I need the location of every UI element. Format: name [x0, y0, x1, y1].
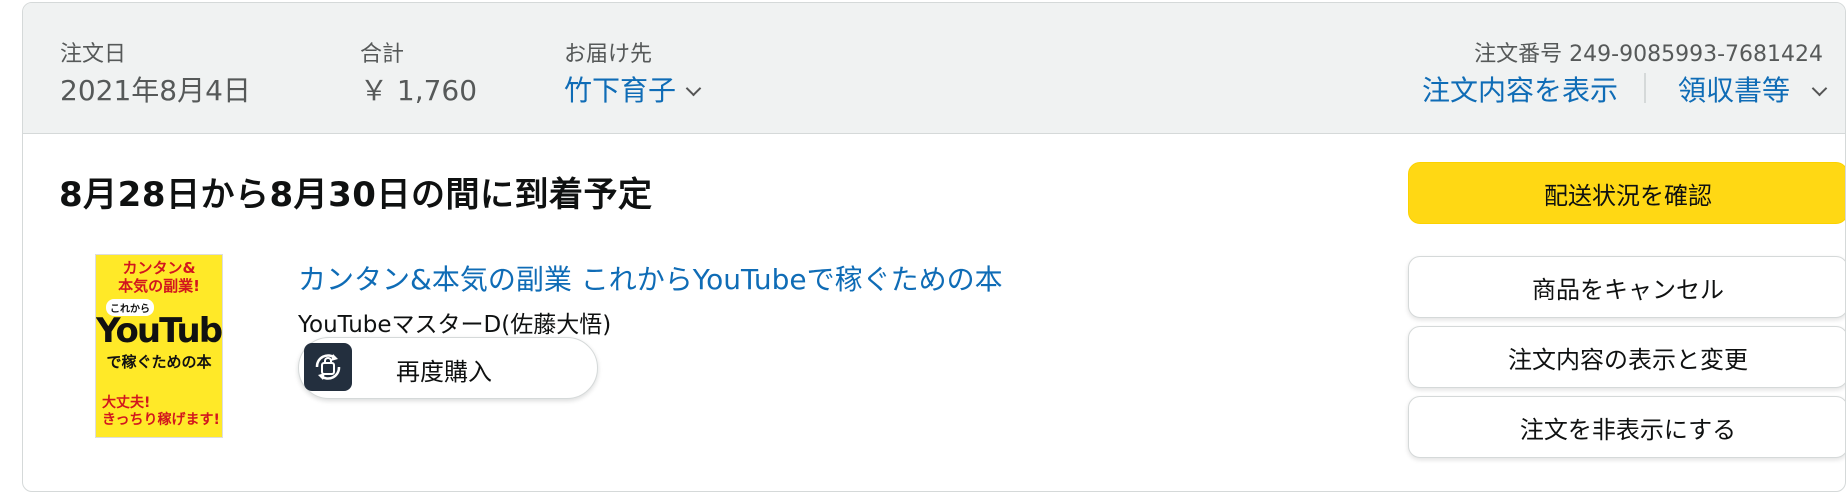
buy-again-icon: [304, 343, 352, 391]
order-date: 2021年8月4日: [60, 74, 251, 107]
order-total: ￥ 1,760: [360, 74, 478, 107]
receipt-dropdown[interactable]: 領収書等: [1678, 69, 1828, 109]
product-author: YouTubeマスターD(佐藤大悟): [298, 312, 612, 338]
delivery-status: 8月28日から8月30日の間に到着予定: [59, 175, 653, 215]
order-number: 注文番号 249-9085993-7681424: [1474, 42, 1823, 67]
receipt-label: 領収書等: [1678, 74, 1791, 107]
buy-again-label: 再度購入: [396, 358, 492, 386]
chevron-down-icon: [1811, 80, 1828, 97]
view-order-details-link[interactable]: 注文内容を表示: [1422, 69, 1618, 109]
ship-to-link[interactable]: 竹下育子: [564, 69, 702, 109]
cover-title: YouTube: [96, 311, 222, 351]
ship-to-name: 竹下育子: [564, 74, 677, 107]
chevron-down-icon: [685, 80, 702, 97]
view-edit-order-button[interactable]: 注文内容の表示と変更: [1408, 326, 1845, 388]
cover-subtitle: で稼ぐための本: [106, 353, 212, 371]
track-package-button[interactable]: 配送状況を確認: [1408, 162, 1845, 224]
product-title-link[interactable]: カンタン&本気の副業 これからYouTubeで稼ぐための本: [298, 258, 1003, 298]
order-date-label: 注文日: [60, 42, 127, 67]
order-header: 注文日 2021年8月4日 合計 ￥ 1,760 お届け先 竹下育子 注文番号 …: [23, 3, 1845, 134]
ship-to-label: お届け先: [564, 42, 653, 67]
total-label: 合計: [360, 42, 405, 67]
header-divider: [1644, 73, 1646, 103]
order-card: 注文日 2021年8月4日 合計 ￥ 1,760 お届け先 竹下育子 注文番号 …: [22, 2, 1846, 492]
cover-tagline: 大丈夫! きっちり稼げます!: [102, 395, 220, 428]
buy-again-button[interactable]: 再度購入: [298, 337, 598, 399]
hide-order-button[interactable]: 注文を非表示にする: [1408, 396, 1845, 458]
product-image[interactable]: カンタン&本気の副業! これから YouTube で稼ぐための本 大丈夫!きっち…: [96, 255, 222, 437]
cover-headline: カンタン& 本気の副業!: [118, 259, 200, 295]
cancel-item-button[interactable]: 商品をキャンセル: [1408, 256, 1845, 318]
